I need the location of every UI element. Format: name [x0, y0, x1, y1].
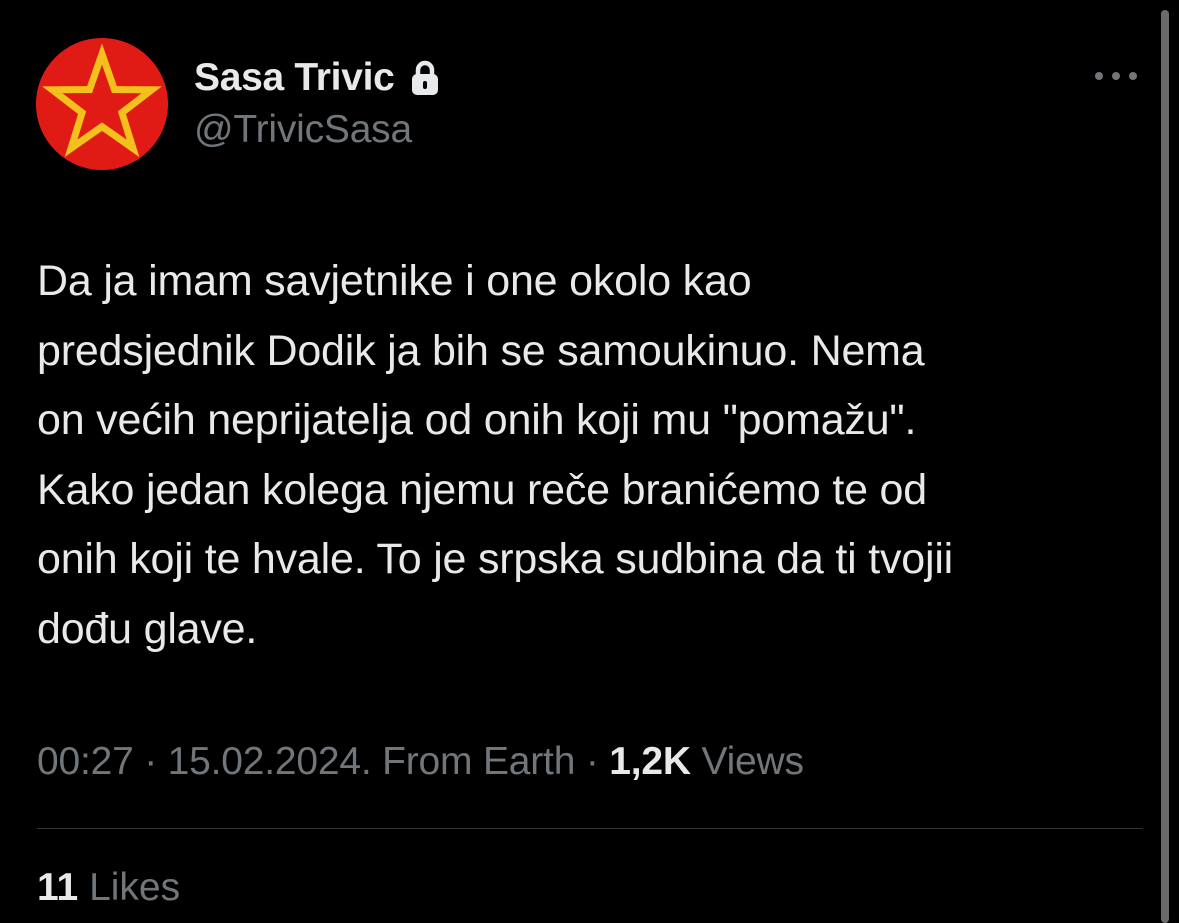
likes-label: Likes [89, 866, 181, 909]
lock-icon [411, 60, 438, 95]
more-icon[interactable] [1093, 62, 1139, 90]
meta-separator: · [133, 740, 168, 783]
likes-count[interactable]: 11 [37, 866, 78, 909]
avatar[interactable] [36, 38, 168, 170]
tweet-text-line: Kako jedan kolega njemu reče branićemo t… [37, 465, 927, 514]
author-name-row: Sasa Trivic [194, 54, 441, 102]
scrollbar[interactable] [1161, 10, 1169, 923]
tweet-text-line: dođu glave. [37, 604, 258, 653]
tweet-text-line: Da ja imam savjetnike i one okolo kao [37, 257, 752, 305]
tweet-text: Da ja imam savjetnike i one okolo kao pre… [37, 247, 1152, 664]
divider [37, 828, 1143, 829]
views-label: Views [701, 740, 804, 783]
tweet-card: Sasa Trivic @TrivicSasa Da ja imam savje… [0, 0, 1179, 923]
tweet-date[interactable]: 15.02.2024. [168, 740, 372, 783]
tweet-time[interactable]: 00:27 [37, 740, 134, 783]
tweet-source: From Earth [382, 740, 576, 783]
tweet-text-line: predsjednik Dodik ja bih se samoukinuo. … [37, 326, 925, 375]
red-star-icon [36, 38, 168, 170]
tweet-text-line: on većih neprijatelja od onih koji mu "p… [37, 396, 917, 444]
meta-separator: · [575, 740, 610, 783]
likes-stat[interactable]: 11 Likes [37, 866, 180, 910]
tweet-text-line: onih koji te hvale. To je srpska sudbina… [37, 535, 954, 583]
display-name[interactable]: Sasa Trivic [194, 56, 395, 100]
tweet-meta: 00:27 · 15.02.2024. From Earth · 1,2K Vi… [37, 740, 804, 784]
views-count[interactable]: 1,2K [609, 740, 691, 783]
author-handle[interactable]: @TrivicSasa [194, 108, 412, 152]
